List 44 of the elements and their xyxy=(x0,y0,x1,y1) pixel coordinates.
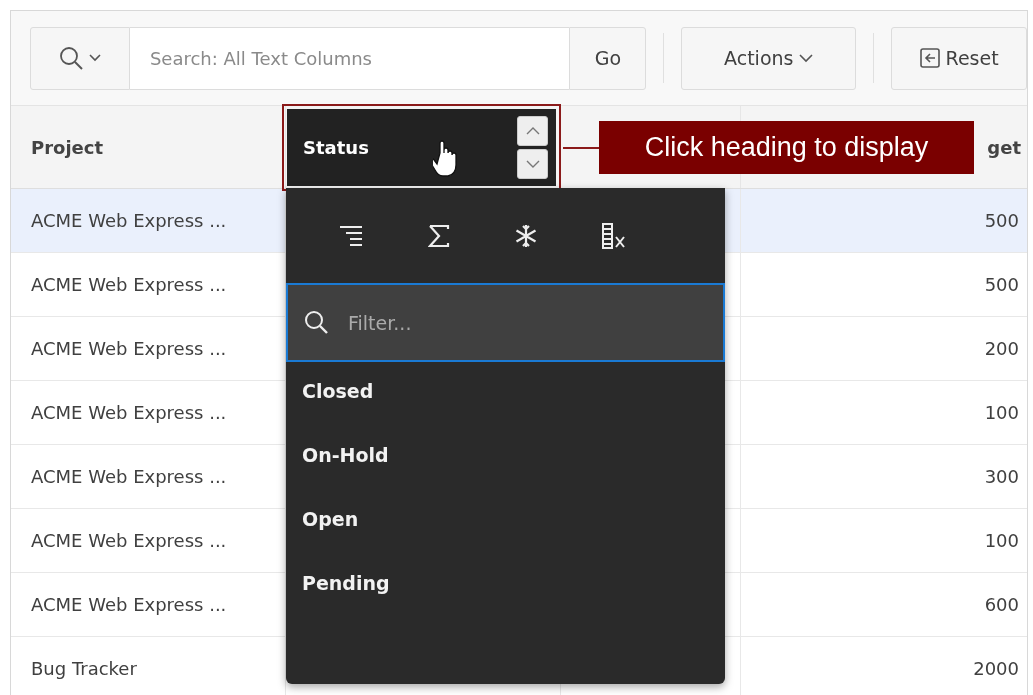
lines-icon[interactable] xyxy=(338,223,364,248)
table-cell: ACME Web Express ... xyxy=(31,466,227,487)
go-button[interactable]: Go xyxy=(569,26,647,90)
menu-item[interactable]: Pending xyxy=(302,572,390,594)
hand-cursor-icon xyxy=(433,139,459,179)
search-field[interactable]: Search: All Text Columns xyxy=(129,26,570,90)
table-cell: ACME Web Express ... xyxy=(31,338,227,359)
chevron-down-icon xyxy=(525,160,540,168)
caret-icon xyxy=(799,53,814,63)
search-options-button[interactable] xyxy=(30,26,130,90)
table-cell: ACME Web Express ... xyxy=(31,274,227,295)
menu-item[interactable]: On-Hold xyxy=(302,444,389,466)
column-header-label: Status xyxy=(303,137,370,158)
table-cell: ACME Web Express ... xyxy=(31,210,227,231)
column-x-icon[interactable] xyxy=(602,222,626,249)
table-cell: 300 xyxy=(984,466,1019,487)
table-cell: 500 xyxy=(984,274,1019,295)
table-cell: 500 xyxy=(984,210,1019,231)
sigma-icon[interactable] xyxy=(428,223,450,248)
sort-descending-button[interactable] xyxy=(517,149,548,179)
menu-item[interactable]: Closed xyxy=(302,380,374,402)
caret-icon xyxy=(88,54,101,62)
search-icon xyxy=(304,310,328,334)
menu-item[interactable]: Open xyxy=(302,508,359,530)
column-header[interactable]: Project xyxy=(31,136,104,158)
filter-field[interactable]: Filter... xyxy=(286,283,725,362)
snowflake-icon[interactable] xyxy=(514,223,538,248)
table-cell: 2000 xyxy=(973,658,1019,679)
table-cell: 200 xyxy=(984,338,1019,359)
chevron-up-icon xyxy=(525,127,540,135)
table-cell: 100 xyxy=(984,530,1019,551)
table-cell: ACME Web Express ... xyxy=(31,530,227,551)
table-cell: Bug Tracker xyxy=(31,658,137,679)
hint-tooltip: Click heading to display xyxy=(599,121,974,174)
table-cell: 600 xyxy=(984,594,1019,615)
column-header[interactable]: get xyxy=(987,136,1021,158)
actions-button[interactable]: Actions xyxy=(681,26,857,90)
table-cell: ACME Web Express ... xyxy=(31,402,227,423)
reset-button[interactable]: Reset xyxy=(891,26,1027,90)
table-cell: ACME Web Express ... xyxy=(31,594,227,615)
sort-ascending-button[interactable] xyxy=(517,116,548,146)
search-icon xyxy=(58,46,83,70)
table-cell: 100 xyxy=(984,402,1019,423)
leader-line xyxy=(563,147,599,149)
